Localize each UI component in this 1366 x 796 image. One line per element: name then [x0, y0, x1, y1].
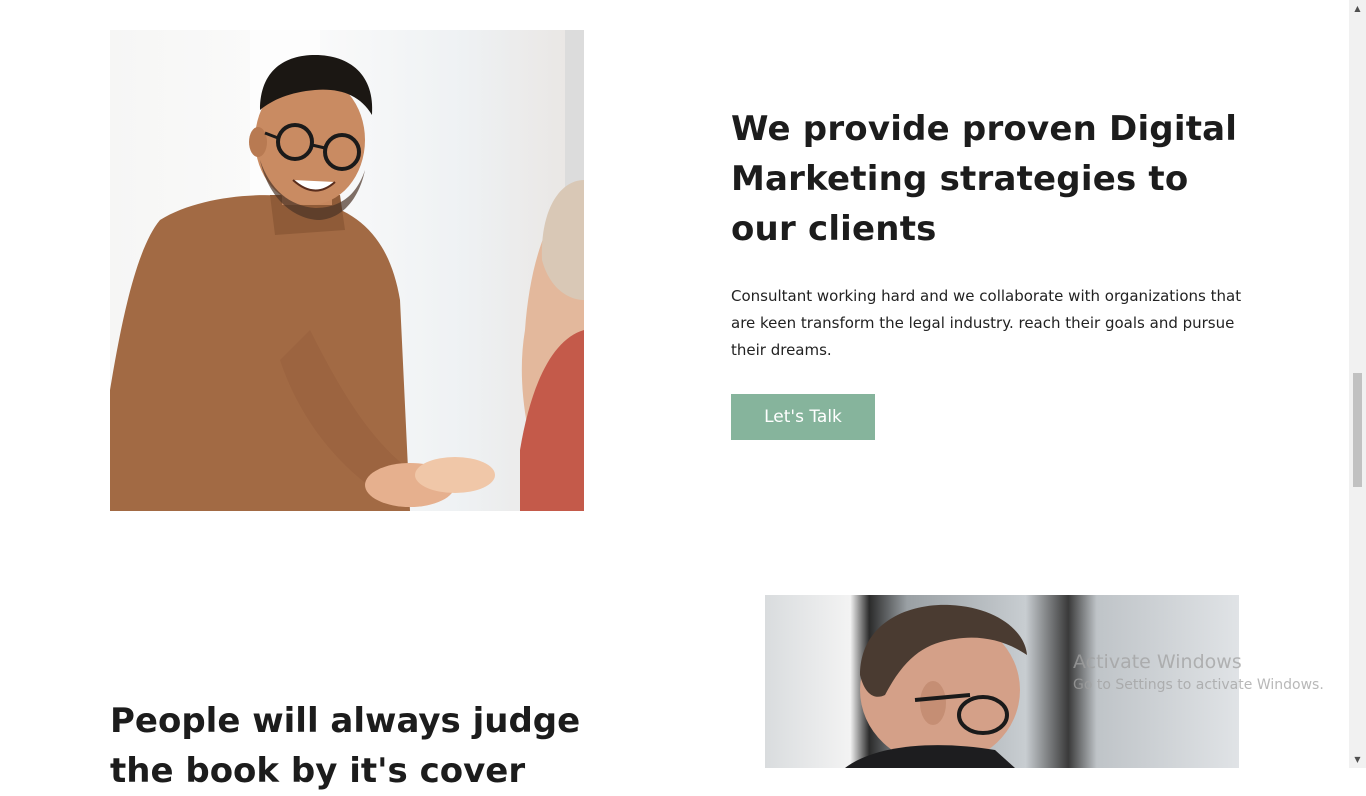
watermark-subtitle: Go to Settings to activate Windows.	[1073, 677, 1324, 693]
section-2-headline: People will always judge the book by it'…	[110, 701, 581, 791]
section-headline: We provide proven Digital Marketing stra…	[731, 109, 1238, 249]
section-body-text: Consultant working hard and we collabora…	[731, 287, 1242, 359]
watermark-title: Activate Windows	[1073, 651, 1242, 673]
scroll-down-arrow-icon[interactable]: ▼	[1349, 751, 1366, 768]
vertical-scrollbar[interactable]: ▲ ▼	[1349, 0, 1366, 768]
windows-activation-watermark: Activate Windows Go to Settings to activ…	[1073, 650, 1324, 696]
lets-talk-button[interactable]: Let's Talk	[731, 394, 875, 440]
scrollbar-thumb[interactable]	[1353, 373, 1362, 487]
handshake-photo	[110, 30, 584, 511]
scroll-up-arrow-icon[interactable]: ▲	[1349, 0, 1366, 17]
handshake-illustration	[110, 30, 584, 511]
